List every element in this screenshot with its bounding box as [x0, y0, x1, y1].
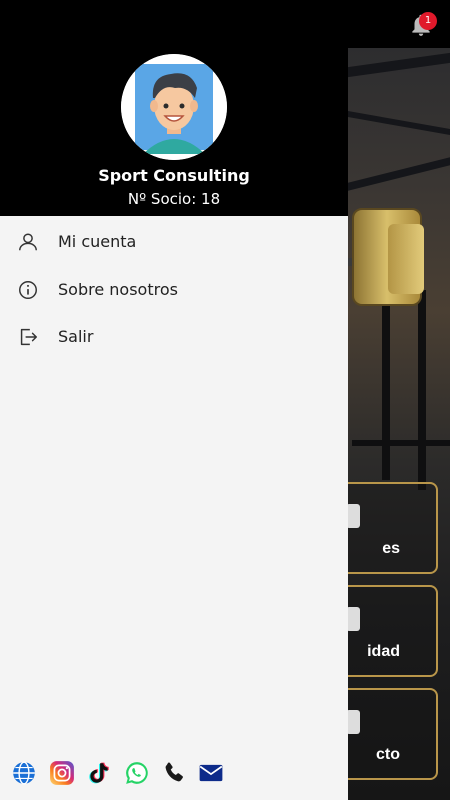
- menu-item-label: Salir: [58, 327, 94, 346]
- rack-bar: [352, 440, 450, 446]
- menu-item-salir[interactable]: Salir: [0, 313, 348, 361]
- instagram-icon[interactable]: [49, 760, 75, 786]
- user-name: Sport Consulting: [98, 166, 250, 185]
- card-icon: [346, 504, 360, 528]
- notification-badge: 1: [419, 12, 437, 30]
- barbell-plate-inner: [388, 224, 424, 294]
- globe-icon[interactable]: [11, 760, 37, 786]
- mail-icon[interactable]: [198, 760, 224, 786]
- avatar-illustration: [121, 54, 227, 160]
- avatar[interactable]: [121, 54, 227, 160]
- member-number: Nº Socio: 18: [127, 190, 221, 208]
- whatsapp-icon[interactable]: [124, 760, 150, 786]
- rack-post: [382, 300, 390, 480]
- tiktok-icon[interactable]: [86, 760, 112, 786]
- logout-icon: [20, 328, 37, 346]
- menu-item-sobre-nosotros[interactable]: Sobre nosotros: [0, 266, 348, 314]
- user-icon: [19, 233, 37, 251]
- info-icon: [19, 281, 37, 299]
- phone-icon[interactable]: [161, 760, 187, 786]
- navigation-drawer: Sport Consulting Nº Socio: 18 Mi cuenta …: [0, 0, 348, 800]
- card-icon: [346, 607, 360, 631]
- rack-post: [418, 290, 426, 490]
- menu-item-mi-cuenta[interactable]: Mi cuenta: [0, 218, 348, 266]
- menu-item-label: Sobre nosotros: [58, 280, 178, 299]
- menu-item-label: Mi cuenta: [58, 232, 137, 251]
- social-links: [0, 756, 348, 788]
- drawer-header: Sport Consulting Nº Socio: 18: [0, 0, 348, 216]
- card-icon: [346, 710, 360, 734]
